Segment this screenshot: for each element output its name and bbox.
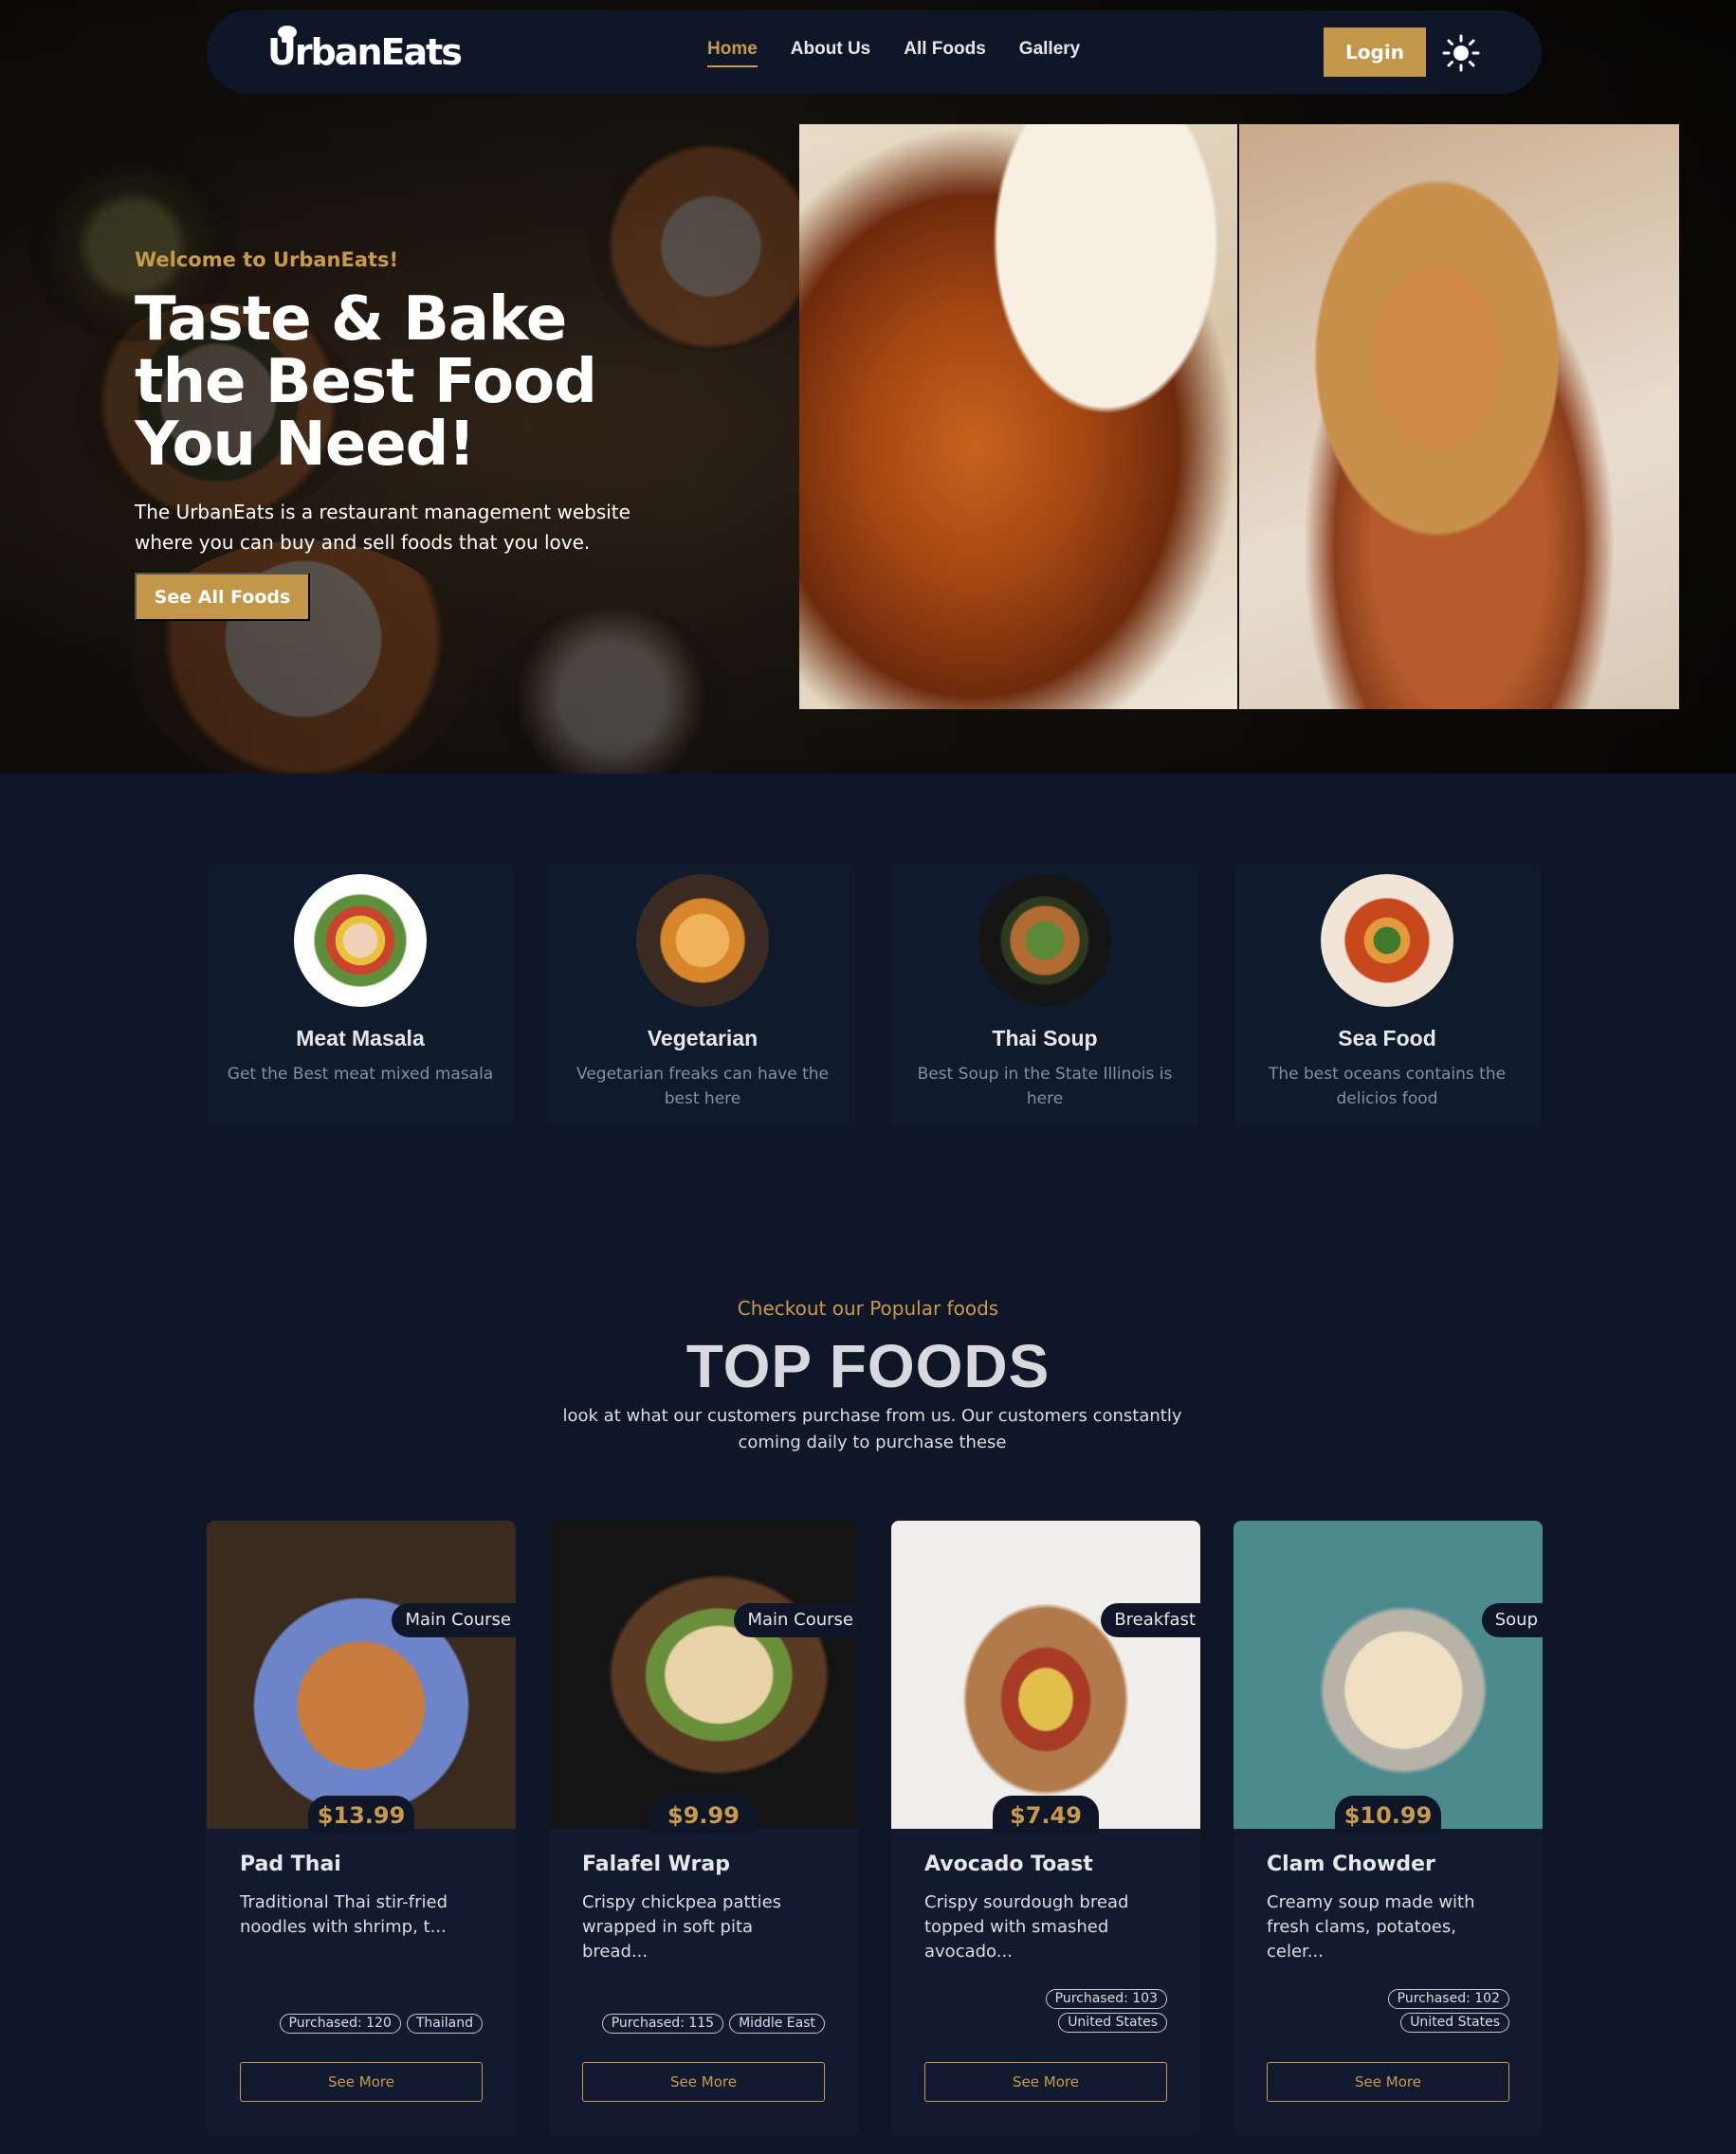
food-name: Clam Chowder <box>1267 1853 1435 1876</box>
hero-image-glazed-chicken <box>799 124 1237 709</box>
food-description: Traditional Thai stir-fried noodles with… <box>240 1892 448 1937</box>
hero-headline-line: Taste & Bake <box>135 284 567 355</box>
category-title: Thai Soup <box>992 1026 1098 1050</box>
top-foods-description: look at what our customers purchase from… <box>562 1406 1182 1452</box>
purchased-count-tag: Purchased: 103 <box>1045 1989 1167 2009</box>
food-image <box>891 1521 1200 1829</box>
top-foods-title: TOP FOODS <box>685 1332 1051 1400</box>
purchased-count-tag: Purchased: 102 <box>1387 1989 1509 2009</box>
category-badge: Main Course <box>734 1603 858 1637</box>
food-image <box>549 1521 858 1829</box>
logo[interactable]: UrbanEats <box>267 31 463 73</box>
sun-icon[interactable] <box>1441 33 1481 73</box>
origin-tag: United States <box>1058 2013 1167 2033</box>
nav-links: Home About Us All Foods Gallery <box>707 39 1113 67</box>
origin-tag: Thailand <box>406 2014 483 2034</box>
nav-link-about-us[interactable]: About Us <box>791 39 870 67</box>
food-description: Crispy sourdough bread topped with smash… <box>924 1892 1129 1962</box>
food-description: Crispy chickpea patties wrapped in soft … <box>582 1892 782 1962</box>
price-tag: $13.99 <box>308 1796 414 1834</box>
see-more-button[interactable]: See More <box>582 2062 825 2102</box>
nav-link-home[interactable]: Home <box>707 39 758 67</box>
top-foods-subtitle: Checkout our Popular foods <box>737 1297 999 1320</box>
food-name: Avocado Toast <box>924 1853 1093 1876</box>
food-image <box>1233 1521 1543 1829</box>
hero-headline-line: You Need! <box>135 410 476 480</box>
login-button[interactable]: Login <box>1324 27 1426 77</box>
category-description: Get the Best meat mixed masala <box>227 1065 494 1084</box>
category-badge: Main Course <box>392 1603 516 1637</box>
category-card[interactable]: Vegetarian Vegetarian freaks can have th… <box>549 865 856 1127</box>
category-title: Meat Masala <box>296 1026 425 1050</box>
food-tags: Purchased: 120 Thailand <box>217 2014 483 2034</box>
hero-welcome-text: Welcome to UrbanEats! <box>135 248 399 271</box>
see-all-foods-button[interactable]: See All Foods <box>135 573 310 621</box>
category-title: Sea Food <box>1338 1026 1436 1050</box>
category-image <box>636 874 769 1007</box>
origin-tag: United States <box>1400 2013 1509 2033</box>
purchased-count-tag: Purchased: 115 <box>601 2014 724 2034</box>
category-image <box>978 874 1111 1007</box>
category-card[interactable]: Meat Masala Get the Best meat mixed masa… <box>207 865 514 1127</box>
food-card: Main Course $13.99 Pad Thai Traditional … <box>207 1521 516 2137</box>
category-description: The best oceans contains the delicios fo… <box>1268 1065 1507 1108</box>
category-title: Vegetarian <box>647 1026 758 1050</box>
food-name: Falafel Wrap <box>582 1853 730 1876</box>
category-image <box>294 874 427 1007</box>
food-card: Main Course $9.99 Falafel Wrap Crispy ch… <box>549 1521 858 2137</box>
food-image <box>207 1521 516 1829</box>
price-tag: $10.99 <box>1335 1796 1441 1834</box>
food-tags: Purchased: 115 Middle East <box>559 2014 825 2034</box>
see-more-button[interactable]: See More <box>240 2062 483 2102</box>
category-card[interactable]: Thai Soup Best Soup in the State Illinoi… <box>891 865 1198 1127</box>
food-description: Creamy soup made with fresh clams, potat… <box>1267 1892 1475 1962</box>
price-tag: $9.99 <box>650 1796 757 1834</box>
hero-description: The UrbanEats is a restaurant management… <box>135 501 630 554</box>
food-name: Pad Thai <box>240 1853 341 1876</box>
hero-headline-line: the Best Food <box>135 347 597 417</box>
navbar: UrbanEats Home About Us All Foods Galler… <box>207 10 1542 94</box>
category-description: Vegetarian freaks can have the best here <box>576 1065 829 1108</box>
nav-link-gallery[interactable]: Gallery <box>1019 39 1080 67</box>
purchased-count-tag: Purchased: 120 <box>279 2014 401 2034</box>
hero-headline: Taste & Bake the Best Food You Need! <box>135 288 628 476</box>
category-description: Best Soup in the State Illinois is here <box>917 1065 1173 1108</box>
price-tag: $7.49 <box>993 1796 1099 1834</box>
hero-section: UrbanEats Home About Us All Foods Galler… <box>0 0 1736 774</box>
food-tags: Purchased: 103 United States <box>1025 1989 1167 2033</box>
food-tags: Purchased: 102 United States <box>1367 1989 1509 2033</box>
nav-link-all-foods[interactable]: All Foods <box>904 39 986 67</box>
see-more-button[interactable]: See More <box>1267 2062 1509 2102</box>
see-more-button[interactable]: See More <box>924 2062 1167 2102</box>
origin-tag: Middle East <box>729 2014 825 2034</box>
category-badge: Breakfast <box>1101 1603 1200 1637</box>
hero-image-chicken-biryani <box>1239 124 1679 709</box>
category-image <box>1321 874 1453 1007</box>
food-card: Soup $10.99 Clam Chowder Creamy soup mad… <box>1233 1521 1543 2137</box>
category-badge: Soup <box>1481 1603 1543 1637</box>
food-card: Breakfast $7.49 Avocado Toast Crispy sou… <box>891 1521 1200 2137</box>
category-card[interactable]: Sea Food The best oceans contains the de… <box>1233 865 1541 1127</box>
